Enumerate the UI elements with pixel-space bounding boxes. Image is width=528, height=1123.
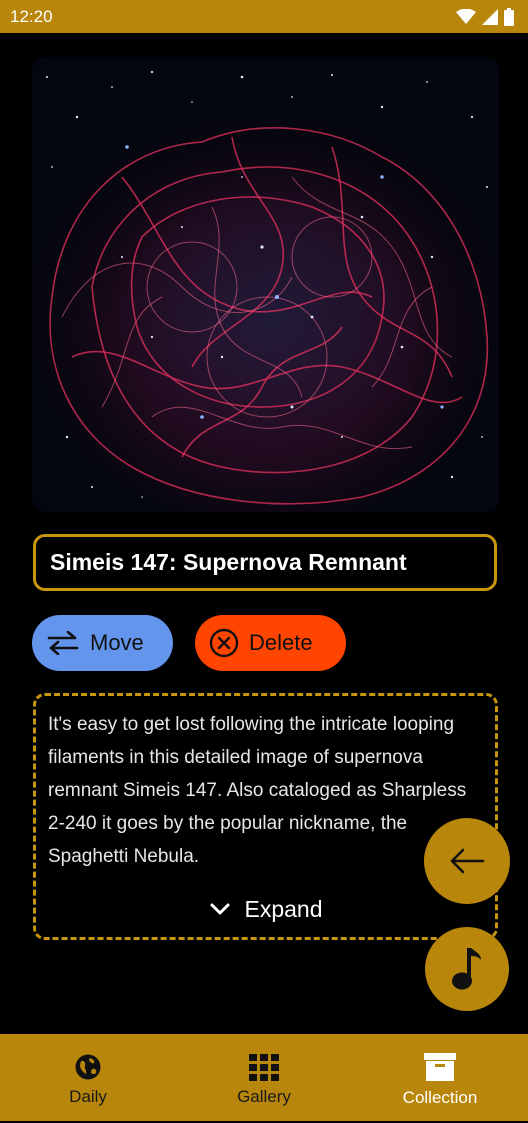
move-button[interactable]: Move <box>32 615 173 671</box>
chevron-down-icon <box>210 903 230 915</box>
delete-button[interactable]: Delete <box>195 615 346 671</box>
status-icons <box>456 7 514 26</box>
status-bar: 12:20 <box>0 0 528 33</box>
title-field[interactable]: Simeis 147: Supernova Remnant <box>33 534 497 591</box>
nav-label-daily: Daily <box>69 1086 107 1106</box>
arrow-left-icon <box>450 848 485 874</box>
wifi-icon <box>456 8 476 24</box>
swap-arrows-icon <box>47 631 79 655</box>
nav-label-collection: Collection <box>402 1087 478 1107</box>
circle-x-icon <box>209 628 239 658</box>
status-time: 12:20 <box>10 6 53 26</box>
title-text: Simeis 147: Supernova Remnant <box>50 549 407 575</box>
nav-item-collection[interactable]: Collection <box>352 1034 528 1121</box>
expand-button[interactable]: Expand <box>36 891 495 927</box>
delete-label: Delete <box>249 630 313 655</box>
nebula-image[interactable] <box>32 57 499 512</box>
globe-icon <box>75 1054 101 1079</box>
back-fab[interactable] <box>424 818 510 904</box>
grid-icon <box>249 1053 279 1081</box>
bottom-navigation: Daily Gallery Collection <box>0 1034 528 1121</box>
nebula-artwork <box>32 57 499 512</box>
music-fab[interactable] <box>425 927 509 1011</box>
signal-icon <box>482 8 498 25</box>
nav-item-gallery[interactable]: Gallery <box>176 1034 352 1121</box>
archive-box-icon <box>424 1052 456 1081</box>
description-box: It's easy to get lost following the intr… <box>33 693 498 940</box>
expand-label: Expand <box>244 895 323 922</box>
nav-label-gallery: Gallery <box>237 1086 291 1106</box>
move-label: Move <box>90 630 144 655</box>
music-note-icon <box>452 948 481 990</box>
description-text: It's easy to get lost following the intr… <box>48 714 467 867</box>
nav-item-daily[interactable]: Daily <box>0 1034 176 1121</box>
battery-icon <box>504 7 514 26</box>
